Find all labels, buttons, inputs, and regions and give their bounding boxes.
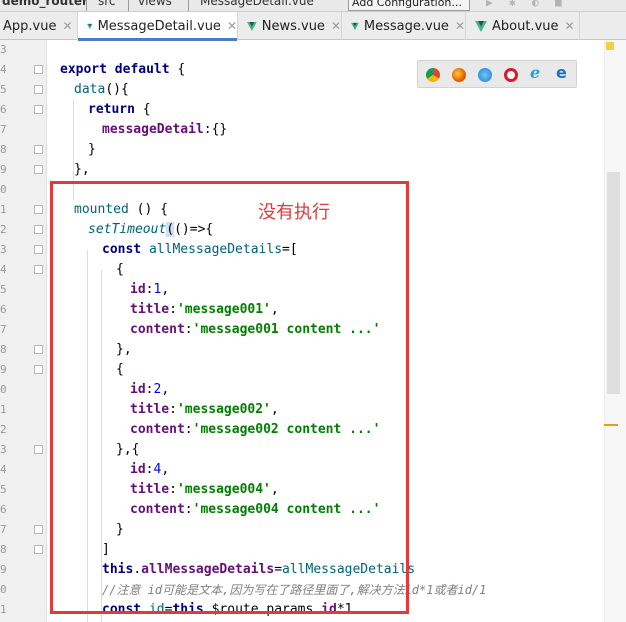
tab-message-vue[interactable]: Message.vue ✕: [342, 12, 466, 40]
code-line: }: [88, 142, 96, 157]
opera-icon[interactable]: [504, 68, 518, 82]
ie-icon[interactable]: e: [530, 64, 544, 82]
editor-tabs: App.vue ✕ MessageDetail.vue ✕ News.vue ✕…: [0, 12, 626, 41]
line-number: 5: [0, 483, 7, 496]
line-number: 2: [0, 223, 7, 236]
line-number: 4: [0, 63, 7, 76]
line-number: 4: [0, 263, 7, 276]
tab-label: About.vue: [492, 18, 559, 34]
line-number: 9: [0, 363, 7, 376]
line-number: 8: [0, 143, 7, 156]
tab-app-vue[interactable]: App.vue ✕: [0, 12, 78, 40]
breadcrumb-file[interactable]: MessageDetail.vue: [200, 0, 314, 8]
line-number: 6: [0, 303, 7, 316]
browser-preview-bar: e e: [417, 60, 577, 88]
run-icon[interactable]: ▶: [486, 0, 493, 9]
safari-icon[interactable]: [478, 68, 492, 82]
line-number-gutter: 3 4 5 6 7 8 9 0 1 2 3 4 5 6 7 8 9 0 1 2 …: [0, 40, 47, 622]
scrollbar-thumb[interactable]: [607, 172, 620, 394]
close-icon[interactable]: ✕: [455, 19, 465, 33]
fold-marker[interactable]: [34, 365, 43, 374]
line-number: 1: [0, 603, 7, 616]
fold-marker[interactable]: [34, 65, 43, 74]
line-number: 6: [0, 503, 7, 516]
breadcrumb-separator: [86, 0, 87, 11]
fold-marker[interactable]: [34, 85, 43, 94]
fold-marker[interactable]: [34, 445, 43, 454]
debug-icon[interactable]: ✱: [509, 0, 516, 9]
tab-label: MessageDetail.vue: [97, 18, 221, 34]
close-icon[interactable]: ✕: [565, 19, 575, 33]
breadcrumb-separator: [128, 0, 129, 11]
annotation-text: 没有执行: [258, 202, 330, 223]
stop-icon[interactable]: ■: [555, 0, 562, 9]
line-number: 7: [0, 323, 7, 336]
code-line: messageDetail:{}: [102, 122, 228, 137]
vue-file-icon: [475, 20, 487, 32]
fold-marker[interactable]: [34, 265, 43, 274]
tab-messagedetail-vue[interactable]: MessageDetail.vue ✕: [78, 12, 238, 41]
fold-marker[interactable]: [34, 225, 43, 234]
line-number: 5: [0, 83, 7, 96]
code-line: data(){: [74, 82, 129, 97]
code-line: return {: [88, 102, 151, 117]
line-number: 0: [0, 183, 7, 196]
vue-file-icon: [351, 22, 359, 30]
fold-marker[interactable]: [34, 345, 43, 354]
vue-file-icon: [247, 21, 257, 31]
line-number: 1: [0, 203, 7, 216]
tab-about-vue[interactable]: About.vue ✕: [466, 12, 580, 40]
line-number: 3: [0, 243, 7, 256]
line-number: 6: [0, 103, 7, 116]
line-number: 9: [0, 563, 7, 576]
tab-label: Message.vue: [363, 18, 449, 34]
line-number: 5: [0, 283, 7, 296]
navigation-bar: demo_router src views MessageDetail.vue …: [0, 0, 626, 12]
tab-label: App.vue: [3, 18, 57, 34]
tab-news-vue[interactable]: News.vue ✕: [238, 12, 342, 40]
line-number: 7: [0, 123, 7, 136]
line-number: 0: [0, 383, 7, 396]
breadcrumb-views[interactable]: views: [138, 0, 172, 8]
fold-marker[interactable]: [34, 165, 43, 174]
breadcrumb-separator: [188, 0, 189, 11]
inspection-status-icon[interactable]: [606, 42, 614, 50]
line-number: 3: [0, 443, 7, 456]
breadcrumb-src[interactable]: src: [98, 0, 116, 8]
chrome-icon[interactable]: [426, 68, 440, 82]
fold-marker[interactable]: [34, 205, 43, 214]
error-stripe-marker[interactable]: [604, 424, 618, 426]
fold-marker[interactable]: [34, 245, 43, 254]
code-line: export default {: [60, 62, 186, 77]
vue-file-icon: [87, 23, 93, 29]
line-number: 3: [0, 43, 7, 56]
coverage-icon[interactable]: ◐: [532, 0, 539, 9]
close-icon[interactable]: ✕: [227, 19, 237, 33]
close-icon[interactable]: ✕: [62, 19, 72, 33]
fold-marker[interactable]: [34, 105, 43, 114]
fold-marker[interactable]: [34, 145, 43, 154]
add-configuration-button[interactable]: Add Configuration...: [348, 0, 470, 11]
edge-icon[interactable]: e: [556, 64, 570, 82]
breadcrumb-project[interactable]: demo_router: [2, 0, 88, 8]
firefox-icon[interactable]: [452, 68, 466, 82]
line-number: 2: [0, 423, 7, 436]
line-number: 8: [0, 343, 7, 356]
fold-marker[interactable]: [34, 545, 43, 554]
annotation-box: [50, 181, 409, 614]
line-number: 8: [0, 543, 7, 556]
fold-marker[interactable]: [34, 525, 43, 534]
close-icon[interactable]: ✕: [331, 19, 341, 33]
line-number: 9: [0, 163, 7, 176]
line-number: 0: [0, 583, 7, 596]
line-number: 4: [0, 463, 7, 476]
line-number: 1: [0, 403, 7, 416]
line-number: 7: [0, 523, 7, 536]
tab-label: News.vue: [261, 18, 325, 34]
code-line: },: [74, 162, 90, 177]
